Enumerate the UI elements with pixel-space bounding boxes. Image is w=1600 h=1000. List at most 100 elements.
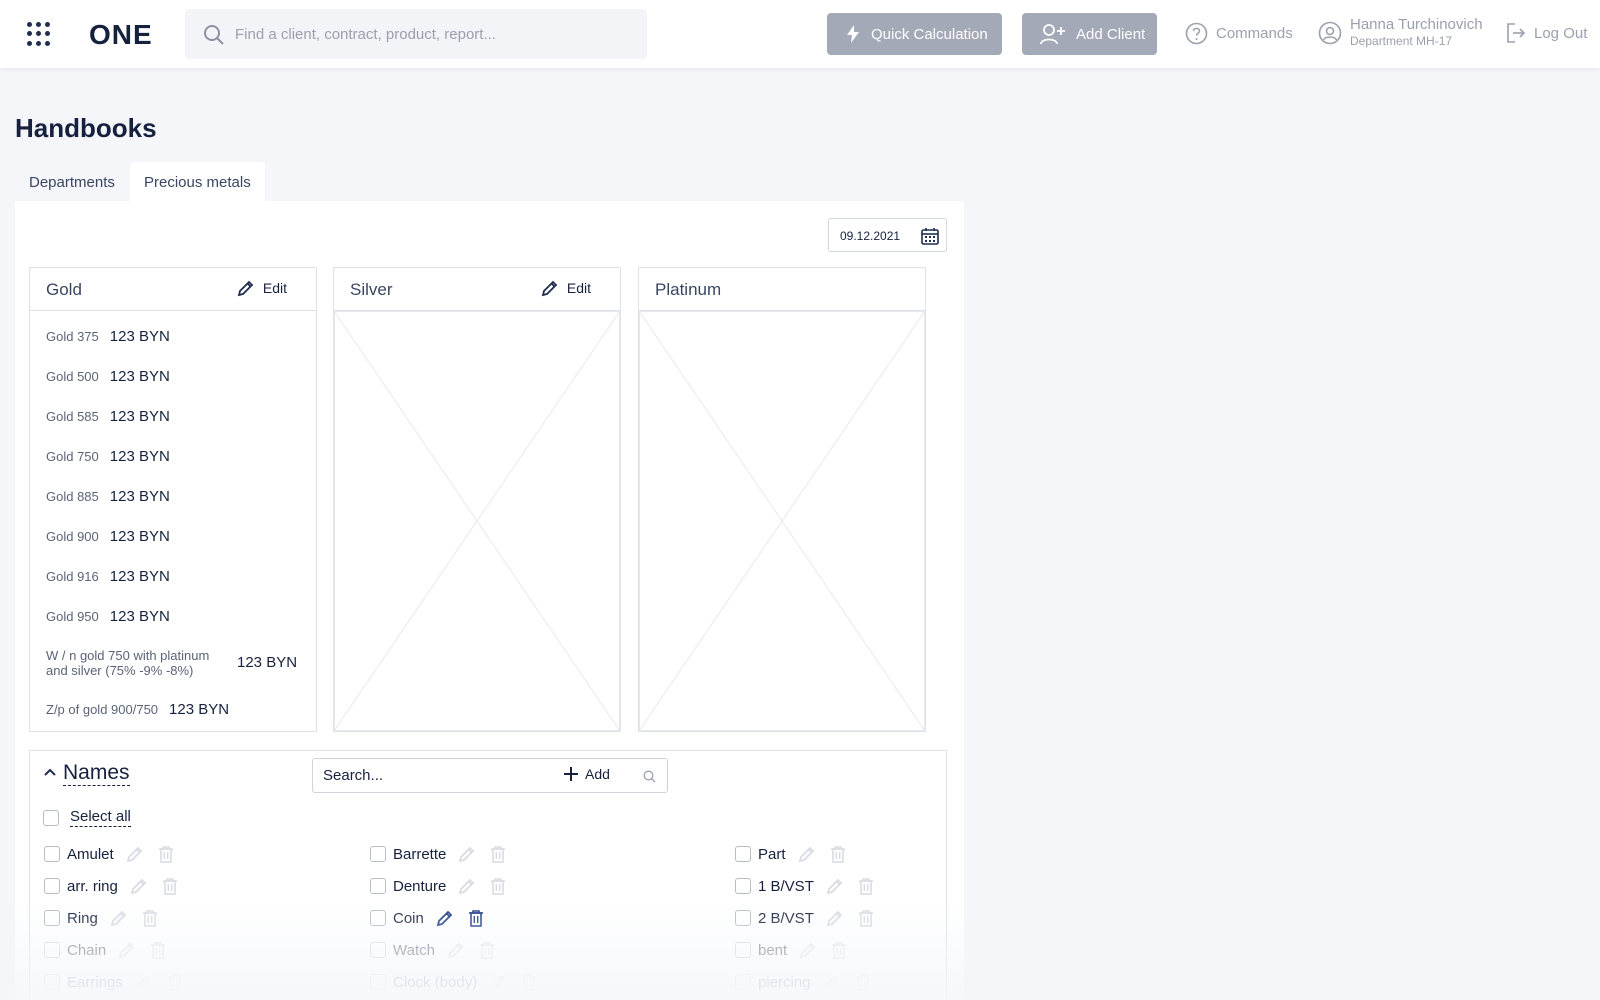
name-item[interactable]: 1 B/VST <box>735 876 888 896</box>
add-name-button[interactable]: Add <box>563 766 610 782</box>
name-item[interactable]: Denture <box>370 876 520 896</box>
gold-title: Gold <box>46 280 82 299</box>
pencil-icon[interactable] <box>110 909 128 927</box>
checkbox[interactable] <box>735 942 751 958</box>
names-search-input[interactable] <box>323 759 553 792</box>
checkbox[interactable] <box>370 942 386 958</box>
checkbox[interactable] <box>44 878 60 894</box>
trash-icon[interactable] <box>142 909 158 927</box>
checkbox[interactable] <box>370 974 386 990</box>
checkbox[interactable] <box>43 809 59 826</box>
name-item[interactable]: Part <box>735 844 860 864</box>
checkbox[interactable] <box>370 846 386 862</box>
pencil-icon[interactable] <box>799 941 817 959</box>
name-item[interactable]: Ring <box>44 908 172 928</box>
name-item[interactable]: Clock (body) <box>370 972 551 992</box>
trash-icon[interactable] <box>468 909 484 927</box>
date-picker[interactable]: 09.12.2021 <box>828 218 947 252</box>
help-circle-icon <box>1185 22 1208 45</box>
name-item[interactable]: arr. ring <box>44 876 192 896</box>
trash-icon[interactable] <box>167 973 183 991</box>
tab-precious-metals[interactable]: Precious metals <box>130 162 265 202</box>
apps-grid-icon[interactable] <box>27 22 51 46</box>
checkbox[interactable] <box>370 878 386 894</box>
silver-card: Silver Edit <box>333 267 621 732</box>
checkbox[interactable] <box>735 846 751 862</box>
placeholder-image-icon <box>334 311 620 731</box>
checkbox[interactable] <box>44 942 60 958</box>
checkbox[interactable] <box>44 974 60 990</box>
name-item[interactable]: Chain <box>44 940 180 960</box>
name-item[interactable]: piercing <box>735 972 885 992</box>
pencil-icon[interactable] <box>447 941 465 959</box>
checkbox[interactable] <box>735 878 751 894</box>
name-item[interactable]: bent <box>735 940 861 960</box>
trash-icon[interactable] <box>490 845 506 863</box>
name-item-actions <box>447 941 509 959</box>
app-logo[interactable]: ONE <box>89 19 153 51</box>
trash-icon[interactable] <box>162 877 178 895</box>
gold-row: Gold 900 123 BYN <box>30 516 316 556</box>
trash-icon[interactable] <box>858 877 874 895</box>
name-item[interactable]: Coin <box>370 908 498 928</box>
gold-edit-button[interactable]: Edit <box>237 279 287 297</box>
trash-icon[interactable] <box>150 941 166 959</box>
trash-icon[interactable] <box>858 909 874 927</box>
trash-icon[interactable] <box>831 941 847 959</box>
tab-departments[interactable]: Departments <box>15 162 129 202</box>
gold-row: Z/p of gold 900/750 123 BYN <box>30 689 316 729</box>
trash-icon[interactable] <box>830 845 846 863</box>
name-item[interactable]: 2 B/VST <box>735 908 888 928</box>
gold-row-label: Gold 916 <box>46 568 99 584</box>
name-item[interactable]: Earrings <box>44 972 197 992</box>
pencil-icon[interactable] <box>489 973 507 991</box>
pencil-icon[interactable] <box>126 845 144 863</box>
quick-calculation-button[interactable]: Quick Calculation <box>827 13 1002 55</box>
trash-icon[interactable] <box>158 845 174 863</box>
pencil-icon[interactable] <box>130 877 148 895</box>
pencil-icon[interactable] <box>118 941 136 959</box>
global-search-input[interactable] <box>235 9 635 59</box>
trash-icon[interactable] <box>855 973 871 991</box>
gold-row-value: 123 BYN <box>237 654 298 671</box>
gold-row-value: 123 BYN <box>109 607 170 625</box>
pencil-icon[interactable] <box>458 845 476 863</box>
checkbox[interactable] <box>735 910 751 926</box>
gold-row-label: Gold 375 <box>46 328 99 344</box>
checkbox[interactable] <box>735 974 751 990</box>
pencil-icon[interactable] <box>823 973 841 991</box>
add-client-button[interactable]: Add Client <box>1022 13 1157 55</box>
pencil-icon[interactable] <box>458 877 476 895</box>
trash-icon[interactable] <box>479 941 495 959</box>
gold-row-value: 123 BYN <box>109 487 170 505</box>
pencil-icon[interactable] <box>798 845 816 863</box>
names-title[interactable]: Names <box>63 761 130 786</box>
trash-icon[interactable] <box>490 877 506 895</box>
logout-link[interactable]: Log Out <box>1506 22 1587 44</box>
pencil-icon[interactable] <box>436 909 454 927</box>
gold-row-value: 123 BYN <box>109 367 170 385</box>
user-department: Department MH-17 <box>1350 34 1453 48</box>
user-profile[interactable]: Hanna Turchinovich Department MH-17 <box>1318 16 1483 49</box>
gold-row-value: 123 BYN <box>109 407 170 425</box>
chevron-up-icon[interactable] <box>44 768 56 777</box>
commands-link[interactable]: Commands <box>1185 22 1293 45</box>
name-item[interactable]: Amulet <box>44 844 188 864</box>
select-all-checkbox[interactable]: Select all <box>43 808 131 827</box>
pencil-icon[interactable] <box>826 877 844 895</box>
pencil-icon[interactable] <box>135 973 153 991</box>
name-item-actions <box>489 973 551 991</box>
checkbox[interactable] <box>44 846 60 862</box>
name-item-actions <box>458 877 520 895</box>
checkbox[interactable] <box>44 910 60 926</box>
names-search[interactable]: Add <box>312 758 668 793</box>
pencil-icon[interactable] <box>826 909 844 927</box>
name-item[interactable]: Barrette <box>370 844 520 864</box>
silver-title: Silver <box>350 280 393 299</box>
checkbox[interactable] <box>370 910 386 926</box>
trash-icon[interactable] <box>521 973 537 991</box>
silver-edit-button[interactable]: Edit <box>541 279 591 297</box>
gold-row-value: 123 BYN <box>169 700 230 718</box>
global-search[interactable] <box>185 9 647 59</box>
name-item[interactable]: Watch <box>370 940 509 960</box>
